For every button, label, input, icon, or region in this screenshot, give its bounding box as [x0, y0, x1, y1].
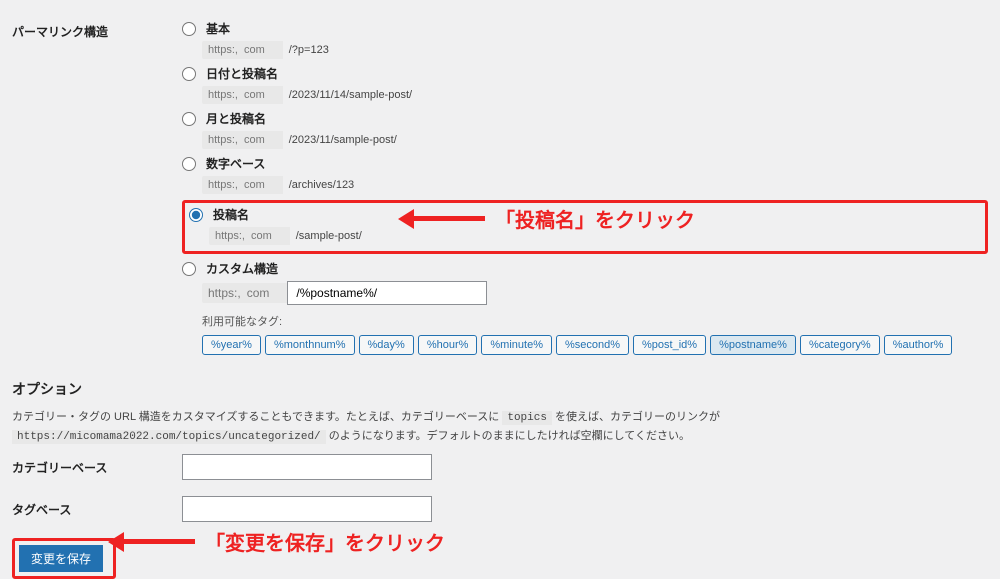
tag-author[interactable]: %author%: [884, 335, 953, 355]
url-suffix: /2023/11/14/sample-post/: [283, 86, 418, 104]
tag-monthnum[interactable]: %monthnum%: [265, 335, 355, 355]
tag-postname[interactable]: %postname%: [710, 335, 796, 355]
url-domain: com: [244, 176, 283, 194]
url-suffix: /?p=123: [283, 41, 335, 59]
url-domain: com: [244, 86, 283, 104]
radio-custom[interactable]: [182, 262, 196, 276]
tag-base-row: タグベース: [12, 496, 988, 522]
tag-minute[interactable]: %minute%: [481, 335, 552, 355]
tag-second[interactable]: %second%: [556, 335, 629, 355]
tag-base-input[interactable]: [182, 496, 432, 522]
example-numeric: https:, com /archives/123: [202, 176, 988, 194]
example-plain: https:, com /?p=123: [202, 41, 988, 59]
tag-buttons: %year% %monthnum% %day% %hour% %minute% …: [202, 335, 988, 355]
radio-daypostname[interactable]: [182, 67, 196, 81]
url-prefix: https:,: [202, 86, 244, 104]
options-description: カテゴリー・タグの URL 構造をカスタマイズすることもできます。たとえば、カテ…: [12, 409, 988, 446]
permalink-structure-row: パーマリンク構造 基本 https:, com /?p=123 日付と投稿名: [12, 20, 988, 355]
category-base-label: カテゴリーベース: [12, 459, 182, 476]
tags-label: 利用可能なタグ:: [202, 313, 988, 329]
desc-code-topics: topics: [502, 411, 552, 425]
radio-item-monthpostname: 月と投稿名 https:, com /2023/11/sample-post/: [182, 110, 988, 149]
url-domain: com: [244, 41, 283, 59]
save-button[interactable]: 変更を保存: [19, 545, 103, 572]
example-monthpostname: https:, com /2023/11/sample-post/: [202, 131, 988, 149]
radio-item-custom: カスタム構造 https:, com 利用可能なタグ: %year% %mont…: [182, 260, 988, 355]
tag-base-label: タグベース: [12, 501, 182, 518]
radio-postname-label[interactable]: 投稿名: [213, 206, 249, 223]
permalink-options: 基本 https:, com /?p=123 日付と投稿名 https:, co…: [182, 20, 988, 355]
url-suffix: /archives/123: [283, 176, 360, 194]
custom-structure-input[interactable]: [287, 281, 487, 305]
save-area-highlight: 変更を保存: [12, 538, 116, 579]
radio-group: 基本 https:, com /?p=123 日付と投稿名 https:, co…: [182, 20, 988, 355]
tag-postid[interactable]: %post_id%: [633, 335, 706, 355]
annotation-save: 「変更を保存」をクリック: [120, 527, 445, 556]
url-suffix: /sample-post/: [290, 227, 368, 245]
arrow-icon: [410, 216, 485, 221]
radio-postname[interactable]: [189, 208, 203, 222]
tag-day[interactable]: %day%: [359, 335, 414, 355]
desc-part-b: を使えば、カテゴリーのリンクが: [552, 411, 720, 423]
category-base-row: カテゴリーベース: [12, 454, 988, 480]
url-prefix: https:,: [202, 131, 244, 149]
options-heading: オプション: [12, 379, 988, 399]
example-daypostname: https:, com /2023/11/14/sample-post/: [202, 86, 988, 104]
url-domain: com: [247, 283, 288, 303]
category-base-input[interactable]: [182, 454, 432, 480]
custom-row: https:, com: [202, 281, 988, 305]
radio-plain-label[interactable]: 基本: [206, 20, 230, 37]
permalink-label: パーマリンク構造: [12, 20, 182, 40]
radio-daypostname-label[interactable]: 日付と投稿名: [206, 65, 278, 82]
radio-monthpostname-label[interactable]: 月と投稿名: [206, 110, 266, 127]
radio-item-numeric: 数字ベース https:, com /archives/123: [182, 155, 988, 194]
radio-numeric-label[interactable]: 数字ベース: [206, 155, 265, 172]
radio-item-plain: 基本 https:, com /?p=123: [182, 20, 988, 59]
url-domain: com: [244, 131, 283, 149]
url-prefix: https:,: [209, 227, 251, 245]
arrow-icon: [120, 539, 195, 544]
desc-part-a: カテゴリー・タグの URL 構造をカスタマイズすることもできます。たとえば、カテ…: [12, 411, 502, 423]
radio-item-daypostname: 日付と投稿名 https:, com /2023/11/14/sample-po…: [182, 65, 988, 104]
radio-custom-label[interactable]: カスタム構造: [206, 260, 278, 277]
tag-category[interactable]: %category%: [800, 335, 880, 355]
radio-numeric[interactable]: [182, 157, 196, 171]
annotation-text-1: 「投稿名」をクリック: [495, 204, 695, 233]
desc-code-url: https://micomama2022.com/topics/uncatego…: [12, 430, 326, 444]
url-prefix: https:,: [202, 176, 244, 194]
annotation-text-2: 「変更を保存」をクリック: [205, 527, 445, 556]
desc-part-c: のようになります。デフォルトのままにしたければ空欄にしてください。: [326, 430, 690, 442]
radio-monthpostname[interactable]: [182, 112, 196, 126]
radio-plain[interactable]: [182, 22, 196, 36]
tag-year[interactable]: %year%: [202, 335, 261, 355]
url-prefix: https:,: [202, 283, 247, 303]
url-prefix: https:,: [202, 41, 244, 59]
tag-hour[interactable]: %hour%: [418, 335, 478, 355]
annotation-postname: 「投稿名」をクリック: [410, 204, 695, 233]
url-suffix: /2023/11/sample-post/: [283, 131, 403, 149]
url-domain: com: [251, 227, 290, 245]
